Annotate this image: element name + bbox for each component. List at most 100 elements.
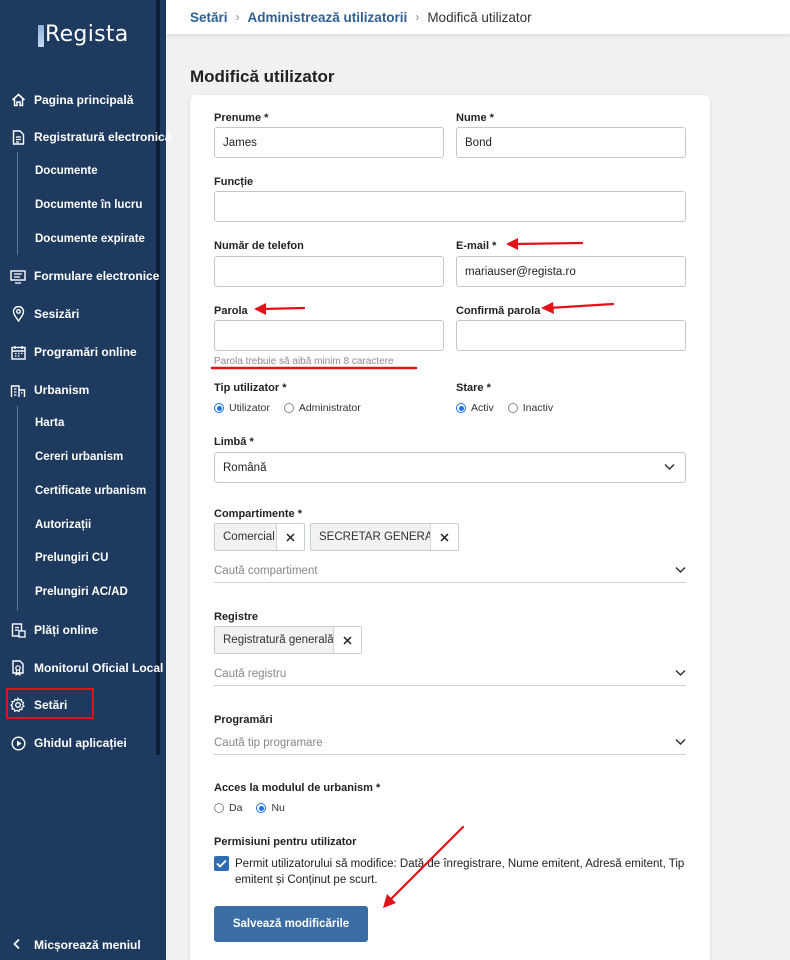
register-chip: Registratură generală <box>214 626 362 654</box>
sidebar-item-urbanism[interactable]: Urbanism <box>0 373 160 407</box>
radio-label[interactable]: Administrator <box>299 402 361 414</box>
department-search[interactable]: Caută compartiment <box>214 559 686 583</box>
sidebar-subitem-harta[interactable]: Harta <box>0 408 160 438</box>
sidebar-subitem-cereri-urbanism[interactable]: Cereri urbanism <box>0 442 160 472</box>
department-chip: Comercial <box>214 523 305 551</box>
sidebar-item-label: Documente expirate <box>35 233 145 245</box>
department-chip: SECRETAR GENERAL <box>310 523 459 551</box>
radio-label[interactable]: Inactiv <box>523 402 553 414</box>
sidebar-item-plati[interactable]: Plăți online <box>0 613 160 647</box>
radio-label[interactable]: Activ <box>471 402 494 414</box>
function-field[interactable] <box>214 191 686 222</box>
sidebar-item-label: Prelungiri AC/AD <box>35 586 128 598</box>
register-search[interactable]: Caută registru <box>214 662 686 686</box>
password-field[interactable] <box>214 320 444 351</box>
sidebar-item-label: Programări online <box>34 345 137 359</box>
sidebar-item-label: Urbanism <box>34 383 90 397</box>
phone-label: Număr de telefon <box>214 240 304 252</box>
permissions-text: Permit utilizatorului să modifice: Dată … <box>235 858 685 886</box>
urbanism-access-radio-group: Da Nu <box>214 802 299 814</box>
registers-label: Registre <box>214 611 259 623</box>
sidebar-item-monitorul[interactable]: Monitorul Oficial Local <box>0 651 164 685</box>
chip-label: Registratură generală <box>223 634 334 646</box>
urbanism-radio-da[interactable] <box>214 803 224 813</box>
form-icon <box>10 268 26 284</box>
radio-label[interactable]: Nu <box>271 802 284 814</box>
page-title: Modifică utilizator <box>190 67 335 86</box>
sidebar-subitem-documente-in-lucru[interactable]: Documente în lucru <box>0 190 160 220</box>
status-radio-activ[interactable] <box>456 403 466 413</box>
sidebar-item-label: Registratură electronică <box>34 130 172 144</box>
sidebar-item-label: Monitorul Oficial Local <box>34 661 164 675</box>
sidebar-item-label: Ghidul aplicației <box>34 736 127 750</box>
sidebar-item-label: Documente <box>35 165 98 177</box>
location-pin-icon <box>10 306 26 322</box>
close-icon[interactable] <box>276 524 304 550</box>
email-field[interactable] <box>456 256 686 287</box>
sidebar-item-label: Sesizări <box>34 307 80 321</box>
last-name-label: Nume * <box>456 112 494 124</box>
certificate-icon <box>10 660 26 676</box>
user-type-radio-utilizator[interactable] <box>214 403 224 413</box>
confirm-password-field[interactable] <box>456 320 686 351</box>
sidebar-subitem-documente-expirate[interactable]: Documente expirate <box>0 224 160 254</box>
sidebar-item-label: Cereri urbanism <box>35 451 124 463</box>
document-icon <box>10 129 26 145</box>
chip-label: SECRETAR GENERAL <box>319 531 439 543</box>
status-label: Stare * <box>456 382 491 394</box>
sidebar-subitem-certificate-urbanism[interactable]: Certificate urbanism <box>0 476 160 506</box>
radio-label[interactable]: Da <box>229 802 242 814</box>
chevron-right-icon: › <box>235 10 240 24</box>
breadcrumb-link-administreaza[interactable]: Administrează utilizatorii <box>248 10 408 25</box>
sidebar-subitem-autorizatii[interactable]: Autorizații <box>0 510 160 540</box>
user-type-radio-group: Utilizator Administrator <box>214 402 375 414</box>
password-hint: Parola trebuie să aibă minim 8 caractere <box>214 356 394 367</box>
save-changes-button[interactable]: Salvează modificările <box>214 906 368 942</box>
password-label: Parola <box>214 305 248 317</box>
sidebar-item-label: Plăți online <box>34 623 99 637</box>
status-radio-group: Activ Inactiv <box>456 402 567 414</box>
sidebar-item-label: Documente în lucru <box>35 199 143 211</box>
chevron-down-icon <box>675 737 686 749</box>
logo-mark-icon <box>38 25 44 47</box>
sidebar: Regista Pagina principală Registratură e… <box>0 0 171 960</box>
sidebar-item-ghidul[interactable]: Ghidul aplicației <box>0 726 160 760</box>
collapse-menu-button[interactable]: Micșorează meniul <box>0 930 166 960</box>
close-icon[interactable] <box>333 627 361 653</box>
chevron-left-icon <box>12 938 21 953</box>
status-radio-inactiv[interactable] <box>507 403 518 413</box>
register-search-placeholder: Caută registru <box>214 667 287 680</box>
logo[interactable]: Regista <box>38 22 129 47</box>
appointment-type-search[interactable]: Caută tip programare <box>214 731 686 755</box>
phone-field[interactable] <box>214 256 444 287</box>
sidebar-item-registratura[interactable]: Registratură electronică <box>0 120 171 154</box>
breadcrumb-link-setari[interactable]: Setări <box>190 10 228 25</box>
sidebar-subitem-prelungiri-ac-ad[interactable]: Prelungiri AC/AD <box>0 577 160 607</box>
sidebar-item-label: Prelungiri CU <box>35 552 109 564</box>
language-select[interactable]: Română <box>214 452 686 483</box>
user-type-radio-administrator[interactable] <box>283 403 294 413</box>
logo-text: Regista <box>45 22 129 47</box>
breadcrumb-current: Modifică utilizator <box>427 9 532 25</box>
setari-highlight-box <box>6 688 94 719</box>
permissions-checkbox[interactable] <box>214 856 229 871</box>
sidebar-item-programari[interactable]: Programări online <box>0 335 160 369</box>
sidebar-item-label: Certificate urbanism <box>35 485 147 497</box>
function-label: Funcție <box>214 176 254 188</box>
sidebar-item-home[interactable]: Pagina principală <box>0 83 160 117</box>
collapse-menu-label: Micșorează meniul <box>34 938 141 952</box>
sidebar-subitem-documente[interactable]: Documente <box>0 156 160 186</box>
sidebar-item-label: Pagina principală <box>34 93 134 107</box>
first-name-field[interactable] <box>214 127 444 158</box>
urbanism-radio-nu[interactable] <box>256 803 267 813</box>
sidebar-item-label: Formulare electronice <box>34 269 160 283</box>
sidebar-subitem-prelungiri-cu[interactable]: Prelungiri CU <box>0 543 160 573</box>
last-name-field[interactable] <box>456 127 686 158</box>
radio-label[interactable]: Utilizator <box>229 402 270 414</box>
payment-icon <box>10 622 26 638</box>
sidebar-item-formulare[interactable]: Formulare electronice <box>0 259 160 293</box>
appointment-search-placeholder: Caută tip programare <box>214 736 323 749</box>
sidebar-item-sesizari[interactable]: Sesizări <box>0 297 160 331</box>
calendar-icon <box>10 344 26 360</box>
close-icon[interactable] <box>430 524 458 550</box>
